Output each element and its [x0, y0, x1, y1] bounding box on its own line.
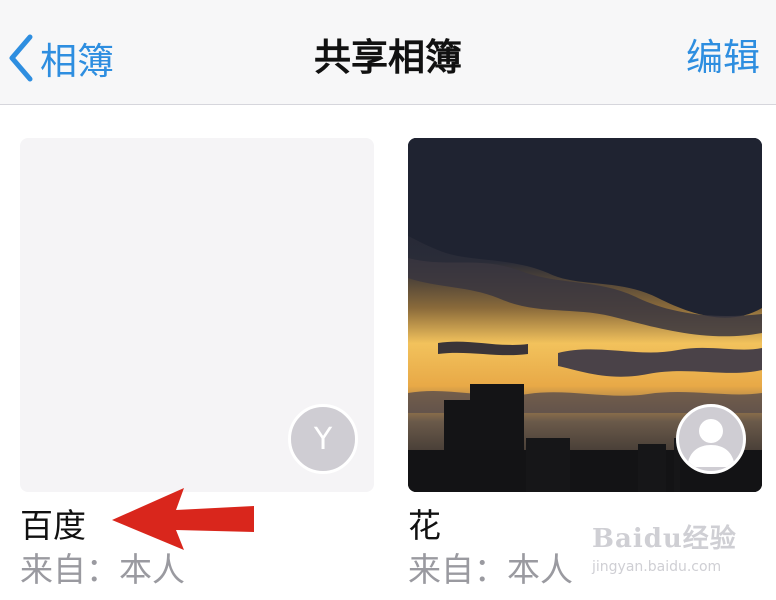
watermark-logo: Baidu经验 [592, 524, 737, 554]
avatar-initial: Y [313, 421, 333, 457]
album-thumbnail[interactable]: Y [20, 138, 374, 492]
album-thumbnail[interactable] [408, 138, 762, 492]
avatar [676, 404, 746, 474]
page-title: 共享相簿 [314, 36, 462, 79]
annotation-arrow [112, 488, 254, 550]
avatar: Y [288, 404, 358, 474]
watermark-url: jingyan.baidu.com [592, 559, 722, 575]
navigation-bar: 相簿 共享相簿 编辑 [0, 0, 776, 105]
person-silhouette-icon [687, 419, 735, 467]
edit-button[interactable]: 编辑 [686, 30, 760, 86]
watermark: Baidu经验 jingyan.baidu.com [592, 518, 742, 588]
album-owner: 来自：本人 [20, 550, 185, 589]
